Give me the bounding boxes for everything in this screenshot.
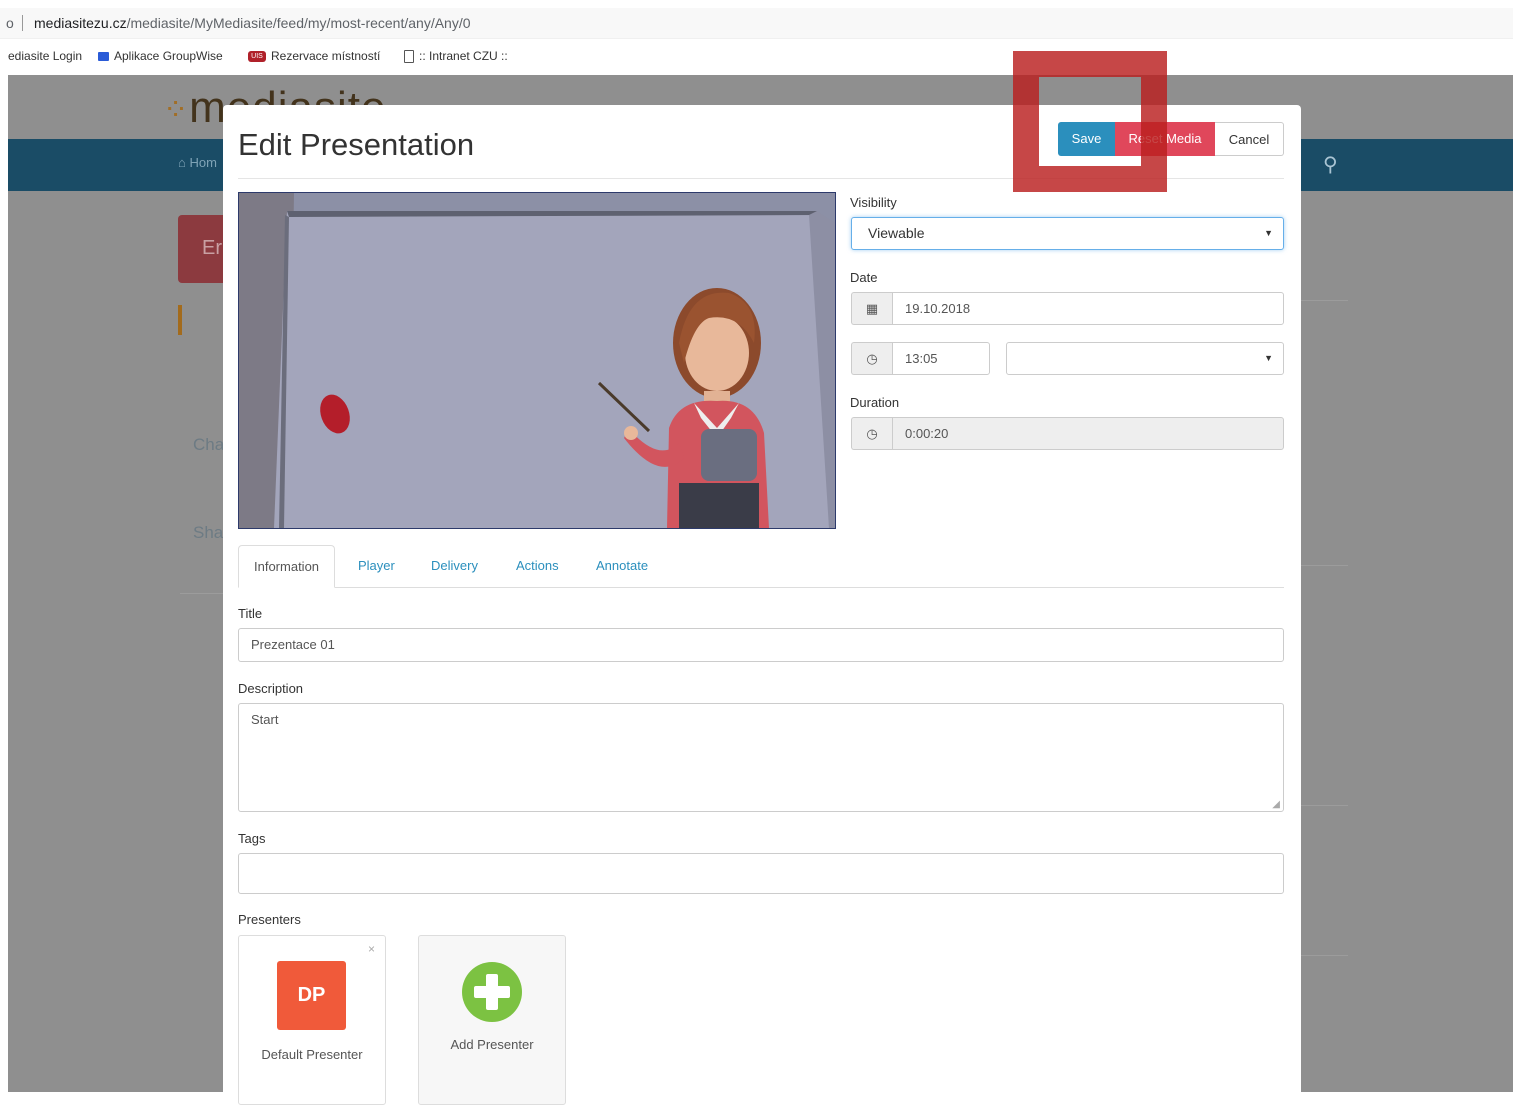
bookmark-label: ediasite Login xyxy=(8,49,83,63)
tab-player[interactable]: Player xyxy=(358,545,395,587)
tile-text: Er xyxy=(202,237,222,259)
close-icon[interactable]: × xyxy=(368,942,375,956)
presenters-label: Presenters xyxy=(238,912,301,927)
visibility-value: Viewable xyxy=(868,225,925,241)
tags-field[interactable] xyxy=(238,853,1284,894)
nav-home-label: Hom xyxy=(189,155,217,170)
divider xyxy=(1298,805,1348,806)
video-preview[interactable] xyxy=(238,192,836,529)
divider xyxy=(1298,300,1348,301)
description-label: Description xyxy=(238,681,304,696)
logo-dots-icon: ⁘ xyxy=(163,93,190,127)
tab-annotate[interactable]: Annotate xyxy=(596,545,648,587)
mail-icon xyxy=(98,51,109,61)
modal-header-divider xyxy=(238,178,1284,179)
duration-field: 0:00:20 xyxy=(892,417,1284,450)
time-field[interactable]: 13:05 xyxy=(892,342,990,375)
bookmarks-bar: ediasite Login Aplikace GroupWise UIS Rez… xyxy=(0,40,1513,74)
avatar: DP xyxy=(277,961,346,1030)
presenter-card[interactable]: × DP Default Presenter xyxy=(238,935,386,1105)
presentation-tabs: Information Player Delivery Actions Anno… xyxy=(238,545,1284,588)
url-text[interactable]: mediasitezu.cz/mediasite/MyMediasite/fee… xyxy=(34,15,471,31)
side-text-channels: Cha xyxy=(193,435,225,454)
uis-logo-icon: UIS xyxy=(248,50,266,62)
visibility-label: Visibility xyxy=(850,195,897,210)
description-value: Start xyxy=(251,712,279,727)
url-bar-separator xyxy=(22,15,23,31)
description-field[interactable]: Start ◢ xyxy=(238,703,1284,812)
bookmark-groupwise[interactable]: Aplikace GroupWise xyxy=(98,49,223,63)
url-host: mediasitezu.cz xyxy=(34,15,127,31)
date-field[interactable]: 19.10.2018 xyxy=(892,292,1284,325)
nav-home: ⌂ Hom xyxy=(178,155,217,170)
plus-circle-icon xyxy=(462,962,522,1022)
modal-action-buttons: Save Reset Media Cancel xyxy=(1058,122,1284,156)
bookmark-label: Rezervace místností xyxy=(271,49,381,63)
chevron-down-icon: ▼ xyxy=(1264,228,1273,238)
clock-icon: ◷ xyxy=(851,417,892,450)
duration-label: Duration xyxy=(850,395,900,410)
duration-input-group: ◷ 0:00:20 xyxy=(851,417,1284,450)
save-button[interactable]: Save xyxy=(1058,122,1115,156)
title-field[interactable]: Prezentace 01 xyxy=(238,628,1284,662)
bookmark-intranet[interactable]: :: Intranet CZU :: xyxy=(404,49,508,63)
presenter-name: Default Presenter xyxy=(261,1047,363,1062)
browser-url-bar[interactable]: o mediasitezu.cz/mediasite/MyMediasite/f… xyxy=(0,8,1513,39)
clock-icon[interactable]: ◷ xyxy=(851,342,892,375)
tags-label: Tags xyxy=(238,831,266,846)
tab-delivery[interactable]: Delivery xyxy=(431,545,478,587)
time-input-group: ◷ 13:05 xyxy=(851,342,990,375)
preview-frame-image xyxy=(239,193,835,528)
calendar-icon[interactable]: ▦ xyxy=(851,292,892,325)
cancel-button[interactable]: Cancel xyxy=(1215,122,1284,156)
tab-information[interactable]: Information xyxy=(238,545,336,588)
date-input-group: ▦ 19.10.2018 xyxy=(851,292,1284,325)
url-bar-lead-text: o xyxy=(6,15,14,31)
bookmark-mediasite-login[interactable]: ediasite Login xyxy=(8,49,82,63)
tab-actions[interactable]: Actions xyxy=(516,545,559,587)
date-label: Date xyxy=(850,270,878,285)
document-icon xyxy=(404,49,414,63)
add-presenter-button[interactable]: Add Presenter xyxy=(418,935,566,1105)
add-presenter-label: Add Presenter xyxy=(450,1037,534,1052)
edit-presentation-modal: Edit Presentation Save Reset Media Cance… xyxy=(223,105,1301,1105)
side-text-share: Sha xyxy=(193,523,224,542)
url-path: /mediasite/MyMediasite/feed/my/most-rece… xyxy=(126,15,471,31)
visibility-select[interactable]: Viewable ▼ xyxy=(851,217,1284,250)
bookmark-label: Aplikace GroupWise xyxy=(114,49,223,63)
modal-title: Edit Presentation xyxy=(238,127,475,162)
timezone-select[interactable]: ▼ xyxy=(1006,342,1284,375)
reset-media-button[interactable]: Reset Media xyxy=(1115,122,1215,156)
resize-handle-icon[interactable]: ◢ xyxy=(1272,799,1280,810)
divider xyxy=(1298,565,1348,566)
bookmark-room-reservation[interactable]: UIS Rezervace místností xyxy=(248,49,380,63)
search-icon: ⚲ xyxy=(1323,154,1338,176)
active-indicator xyxy=(178,305,182,335)
chevron-down-icon: ▼ xyxy=(1264,353,1273,363)
title-label: Title xyxy=(238,606,263,621)
bookmark-label: :: Intranet CZU :: xyxy=(419,49,508,63)
divider xyxy=(1298,955,1348,956)
